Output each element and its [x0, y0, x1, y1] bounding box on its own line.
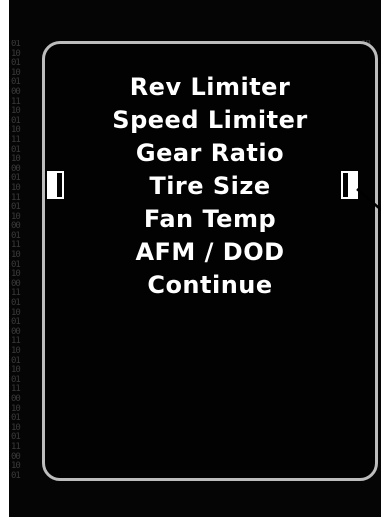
- menu-panel: Rev Limiter Speed Limiter Gear Ratio Tir…: [42, 41, 378, 481]
- binary-background-left: 01 10 01 10 01 00 11 10 01 10 11 01 10 0…: [11, 40, 21, 480]
- settings-menu: Rev Limiter Speed Limiter Gear Ratio Tir…: [45, 71, 375, 302]
- menu-item-afm-dod[interactable]: AFM / DOD: [45, 236, 375, 269]
- menu-item-rev-limiter[interactable]: Rev Limiter: [45, 71, 375, 104]
- device-screen: 01 10 01 10 01 00 11 10 01 10 11 01 10 0…: [0, 0, 381, 517]
- menu-item-fan-temp[interactable]: Fan Temp: [45, 203, 375, 236]
- menu-item-speed-limiter[interactable]: Speed Limiter: [45, 104, 375, 137]
- left-bracket-icon: [47, 171, 64, 199]
- callout-line-icon: [356, 188, 381, 212]
- menu-item-tire-size[interactable]: Tire Size: [45, 170, 375, 203]
- menu-item-gear-ratio[interactable]: Gear Ratio: [45, 137, 375, 170]
- menu-item-continue[interactable]: Continue: [45, 269, 375, 302]
